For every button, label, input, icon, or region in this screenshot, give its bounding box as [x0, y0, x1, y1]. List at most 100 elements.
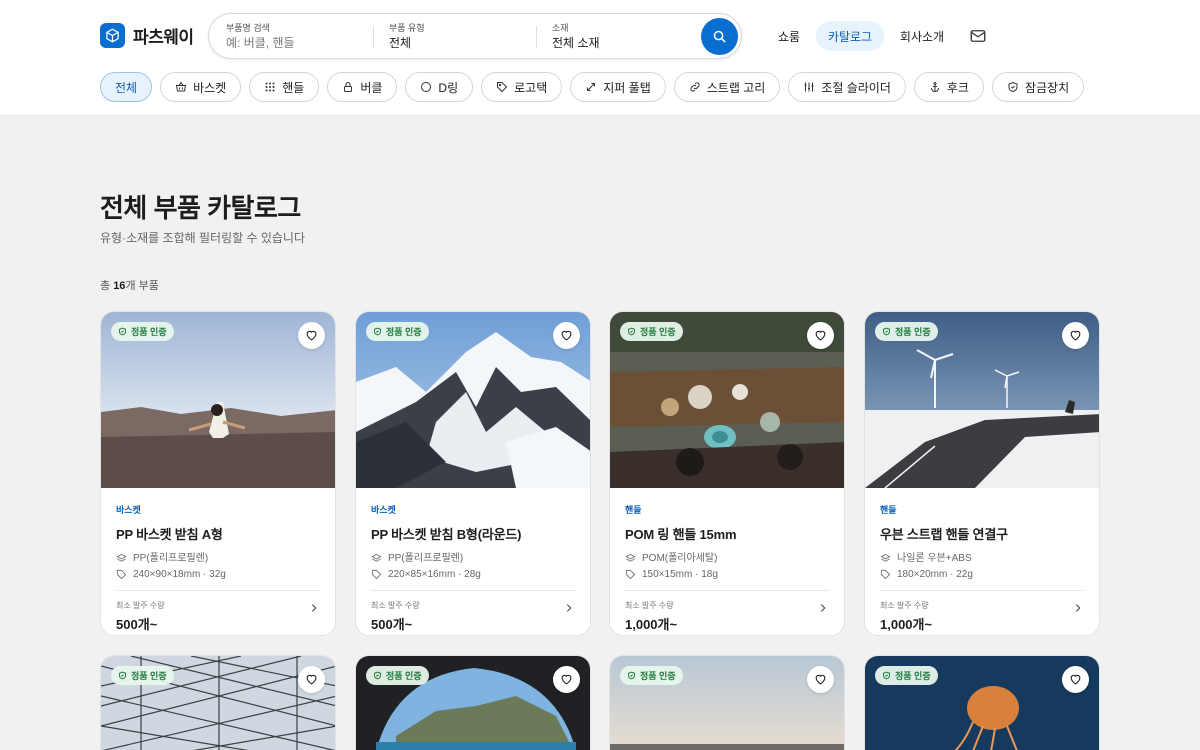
product-name[interactable]: PP 바스켓 받침 A형 — [116, 524, 320, 543]
filter-chip-label: 버클 — [360, 80, 383, 95]
arrows-icon — [587, 83, 596, 91]
size-text: 240×90×18mm · 32g — [133, 569, 226, 580]
part-name-search[interactable]: 부품명 검색 예: 버클, 핸들 — [226, 22, 366, 52]
product-name[interactable]: POM 링 핸들 15mm — [625, 524, 829, 543]
moq-label: 최소 발주 수량 — [116, 601, 165, 610]
favorite-button[interactable] — [807, 322, 834, 349]
sliders-icon — [804, 82, 814, 92]
filter-chip-label: 핸들 — [282, 80, 305, 95]
product-card[interactable]: 정품 인증 핸들 우븐 스트랩 핸들 연결구 나일론 우븐+ABS 180×20… — [864, 311, 1100, 636]
part-name-input[interactable]: 예: 버클, 핸들 — [226, 35, 366, 51]
nav-catalog[interactable]: 카탈로그 — [816, 21, 884, 51]
size-text: 180×20mm · 22g — [897, 569, 973, 580]
part-type-value[interactable]: 전체 — [389, 35, 529, 51]
product-size: 180×20mm · 22g — [880, 568, 1084, 581]
filter-chip-handle[interactable]: 핸들 — [249, 72, 320, 102]
filter-chip-label: D링 — [438, 80, 459, 95]
verified-badge-label: 정품 인증 — [895, 327, 931, 337]
filter-chip-slider[interactable]: 조절 슬라이더 — [788, 72, 906, 102]
chevron-right-icon[interactable] — [309, 603, 319, 613]
chevron-right-icon[interactable] — [818, 603, 828, 613]
part-name-label: 부품명 검색 — [226, 23, 270, 33]
product-image: 정품 인증 — [865, 656, 1099, 750]
search-divider — [373, 26, 374, 48]
layers-icon — [625, 553, 636, 562]
product-image: 정품 인증 — [610, 312, 844, 488]
filter-chip-label: 로고택 — [514, 80, 548, 95]
part-type-select[interactable]: 부품 유형 전체 — [389, 22, 529, 52]
shield-check-icon — [374, 327, 381, 336]
heart-icon — [815, 674, 826, 685]
search-divider — [536, 26, 537, 48]
verified-badge: 정품 인증 — [620, 666, 683, 685]
shield-check-icon — [883, 327, 890, 336]
search-icon — [713, 30, 726, 43]
search-bar: 부품명 검색 예: 버클, 핸들 부품 유형 전체 소재 전체 소재 — [208, 13, 742, 59]
product-card[interactable]: 정품 인증 — [100, 655, 336, 750]
layers-icon — [371, 553, 382, 562]
product-size: 150×15mm · 18g — [625, 568, 829, 581]
filter-chip-buckle[interactable]: 버클 — [327, 72, 398, 102]
filter-chip-strap-loop[interactable]: 스트랩 고리 — [673, 72, 781, 102]
heart-icon — [561, 330, 572, 341]
filter-chip-lock[interactable]: 잠금장치 — [991, 72, 1085, 102]
material-text: 나일론 우븐+ABS — [897, 553, 972, 564]
product-card[interactable]: 정품 인증 바스켓 PP 바스켓 받침 A형 PP(폴리프로필렌) 240×90… — [100, 311, 336, 636]
filter-chip-all[interactable]: 전체 — [100, 72, 153, 102]
product-material: PP(폴리프로필렌) — [371, 552, 575, 565]
filter-chip-basket[interactable]: 바스켓 — [160, 72, 242, 102]
anchor-icon — [930, 82, 939, 92]
heart-icon — [815, 330, 826, 341]
verified-badge: 정품 인증 — [111, 322, 174, 341]
favorite-button[interactable] — [553, 666, 580, 693]
filter-chip-hook[interactable]: 후크 — [913, 72, 984, 102]
tag-icon — [116, 569, 127, 580]
material-value[interactable]: 전체 소재 — [552, 35, 692, 51]
product-image: 정품 인증 — [865, 312, 1099, 488]
filter-chip-dring[interactable]: D링 — [405, 72, 474, 102]
brand-name: 파츠웨이 — [133, 28, 194, 47]
product-card[interactable]: 정품 인증 바스켓 PP 바스켓 받침 B형(라운드) PP(폴리프로필렌) 2… — [355, 311, 591, 636]
favorite-button[interactable] — [553, 322, 580, 349]
verified-badge-label: 정품 인증 — [386, 327, 422, 337]
product-card[interactable]: 정품 인증 — [609, 655, 845, 750]
verified-badge-label: 정품 인증 — [131, 327, 167, 337]
product-image: 정품 인증 — [101, 656, 335, 750]
chevron-right-icon[interactable] — [564, 603, 574, 613]
heart-icon — [561, 674, 572, 685]
product-card[interactable]: 정품 인증 — [355, 655, 591, 750]
favorite-button[interactable] — [298, 666, 325, 693]
moq-value: 1,000개~ — [625, 617, 678, 632]
chevron-right-icon[interactable] — [1073, 603, 1083, 613]
card-divider — [880, 590, 1084, 591]
product-name[interactable]: 우븐 스트랩 핸들 연결구 — [880, 524, 1084, 543]
nav-about[interactable]: 회사소개 — [895, 21, 949, 51]
favorite-button[interactable] — [807, 666, 834, 693]
shield-check-icon — [119, 327, 126, 336]
card-divider — [371, 590, 575, 591]
category-filter-bar: 전체 바스켓 핸들 버클 D링 로고택 지퍼 풀탭 스트랩 고리 조절 슬라이더 — [100, 72, 1085, 102]
material-select[interactable]: 소재 전체 소재 — [552, 22, 692, 52]
heart-icon — [306, 330, 317, 341]
favorite-button[interactable] — [1062, 666, 1089, 693]
product-name[interactable]: PP 바스켓 받침 B형(라운드) — [371, 524, 575, 543]
nav-showroom[interactable]: 쇼룸 — [770, 21, 808, 51]
product-card[interactable]: 정품 인증 — [864, 655, 1100, 750]
count-number: 16 — [113, 280, 126, 292]
brand-logo[interactable]: 파츠웨이 — [100, 23, 194, 48]
moq-label: 최소 발주 수량 — [880, 601, 929, 610]
verified-badge: 정품 인증 — [366, 322, 429, 341]
verified-badge-label: 정품 인증 — [386, 671, 422, 681]
product-category: 바스켓 — [371, 505, 396, 515]
moq-value: 500개~ — [371, 617, 413, 632]
filter-chip-zipper-pull[interactable]: 지퍼 풀탭 — [570, 72, 666, 102]
product-card[interactable]: 정품 인증 핸들 POM 링 핸들 15mm POM(폴리아세탈) 150×15… — [609, 311, 845, 636]
favorite-button[interactable] — [298, 322, 325, 349]
filter-chip-logo-tag[interactable]: 로고택 — [481, 72, 563, 102]
search-button[interactable] — [701, 18, 738, 55]
product-size: 240×90×18mm · 32g — [116, 568, 320, 581]
material-text: POM(폴리아세탈) — [642, 553, 718, 564]
mail-icon[interactable] — [969, 27, 987, 45]
filter-chip-label: 스트랩 고리 — [706, 80, 766, 95]
favorite-button[interactable] — [1062, 322, 1089, 349]
